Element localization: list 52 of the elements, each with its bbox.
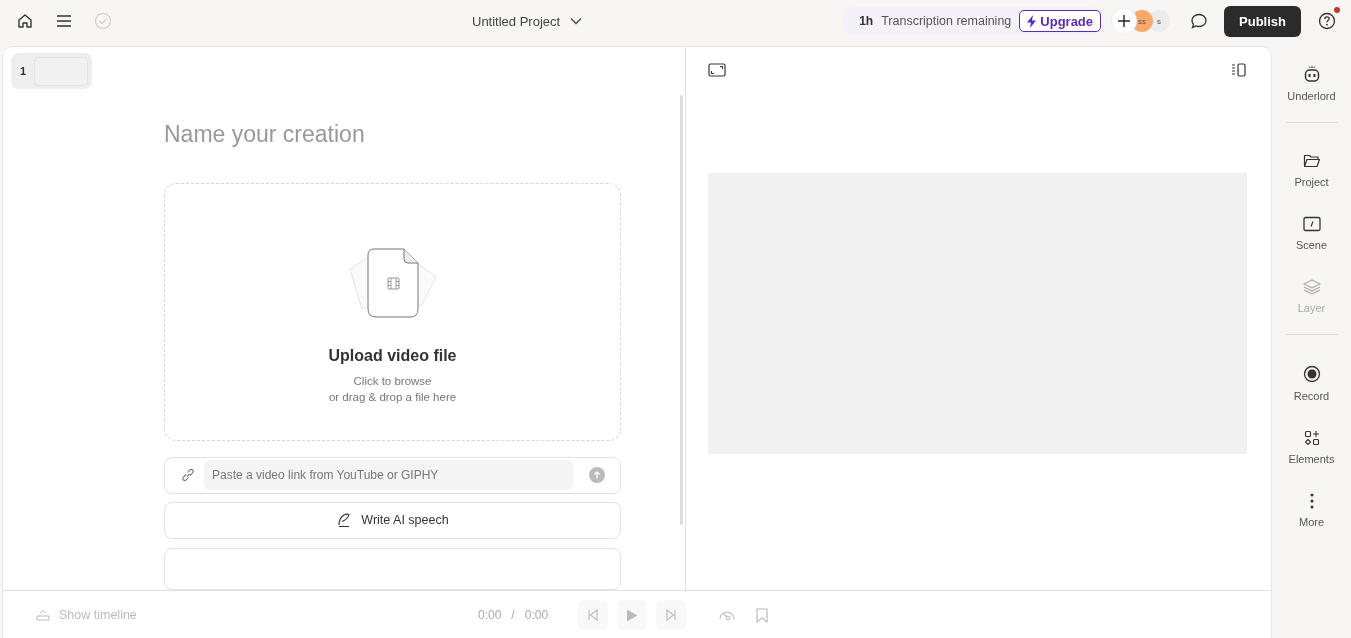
check-circle-icon[interactable] bbox=[94, 12, 112, 30]
option-card[interactable] bbox=[164, 548, 621, 590]
sidebar-item[interactable]: Scene bbox=[1278, 214, 1345, 253]
layers-icon bbox=[1302, 279, 1321, 295]
sidebar-item[interactable]: More bbox=[1278, 491, 1345, 530]
layout-panel-icon[interactable] bbox=[1231, 63, 1247, 77]
video-file-icon bbox=[347, 247, 438, 319]
upgrade-button[interactable]: Upgrade bbox=[1019, 10, 1102, 32]
transcription-label: Transcription remaining bbox=[881, 14, 1012, 28]
upload-hint: Click to browse bbox=[353, 374, 432, 389]
bookmark-icon[interactable] bbox=[756, 607, 769, 623]
sidebar-item[interactable]: Record bbox=[1278, 363, 1345, 404]
speed-icon[interactable] bbox=[718, 608, 737, 622]
current-time: 0:00 bbox=[478, 608, 502, 622]
scene-icon bbox=[1302, 216, 1321, 232]
publish-button[interactable]: Publish bbox=[1224, 5, 1301, 37]
help-icon[interactable] bbox=[1318, 12, 1336, 30]
link-icon bbox=[180, 467, 196, 484]
upload-hint: or drag & drop a file here bbox=[328, 390, 457, 405]
skip-back-icon bbox=[587, 609, 600, 621]
record-icon bbox=[1302, 365, 1321, 383]
robot-icon bbox=[1302, 65, 1321, 83]
plus-icon bbox=[1118, 15, 1131, 27]
sidebar-item[interactable]: Project bbox=[1278, 151, 1345, 190]
write-ai-speech-button[interactable]: Write AI speech bbox=[164, 501, 621, 539]
upload-title: Upload video file bbox=[328, 347, 457, 365]
transcription-amount: 1h bbox=[859, 14, 874, 28]
skip-forward-icon bbox=[665, 609, 678, 621]
lightning-icon bbox=[1027, 14, 1037, 28]
time-separator: / bbox=[511, 608, 515, 622]
aspect-ratio-icon[interactable] bbox=[708, 63, 726, 77]
timeline-icon bbox=[36, 608, 50, 621]
quill-icon bbox=[336, 512, 353, 529]
sidebar-item[interactable]: Elements bbox=[1278, 428, 1345, 467]
scene-thumbnail[interactable]: 1 bbox=[11, 53, 93, 89]
sidebar-item[interactable]: Underlord bbox=[1278, 63, 1345, 104]
elements-icon bbox=[1303, 430, 1320, 446]
folder-icon bbox=[1302, 153, 1321, 169]
video-link-field[interactable]: Paste a video link from YouTube or GIPHY bbox=[204, 460, 573, 491]
upload-dropzone[interactable]: Upload video file Click to browse or drag & drop a file here bbox=[164, 183, 621, 442]
more-icon bbox=[1309, 493, 1314, 509]
add-collaborator-button[interactable] bbox=[1112, 9, 1137, 33]
project-title-dropdown[interactable]: Untitled Project bbox=[472, 11, 583, 31]
total-time: 0:00 bbox=[524, 608, 549, 622]
comment-icon[interactable] bbox=[1190, 12, 1209, 30]
skip-forward-button[interactable] bbox=[656, 600, 687, 630]
play-button[interactable] bbox=[617, 600, 648, 630]
skip-back-button[interactable] bbox=[578, 600, 609, 630]
play-icon bbox=[626, 608, 639, 622]
home-icon[interactable] bbox=[16, 12, 34, 30]
chevron-down-icon bbox=[570, 17, 583, 25]
menu-icon[interactable] bbox=[56, 14, 72, 28]
